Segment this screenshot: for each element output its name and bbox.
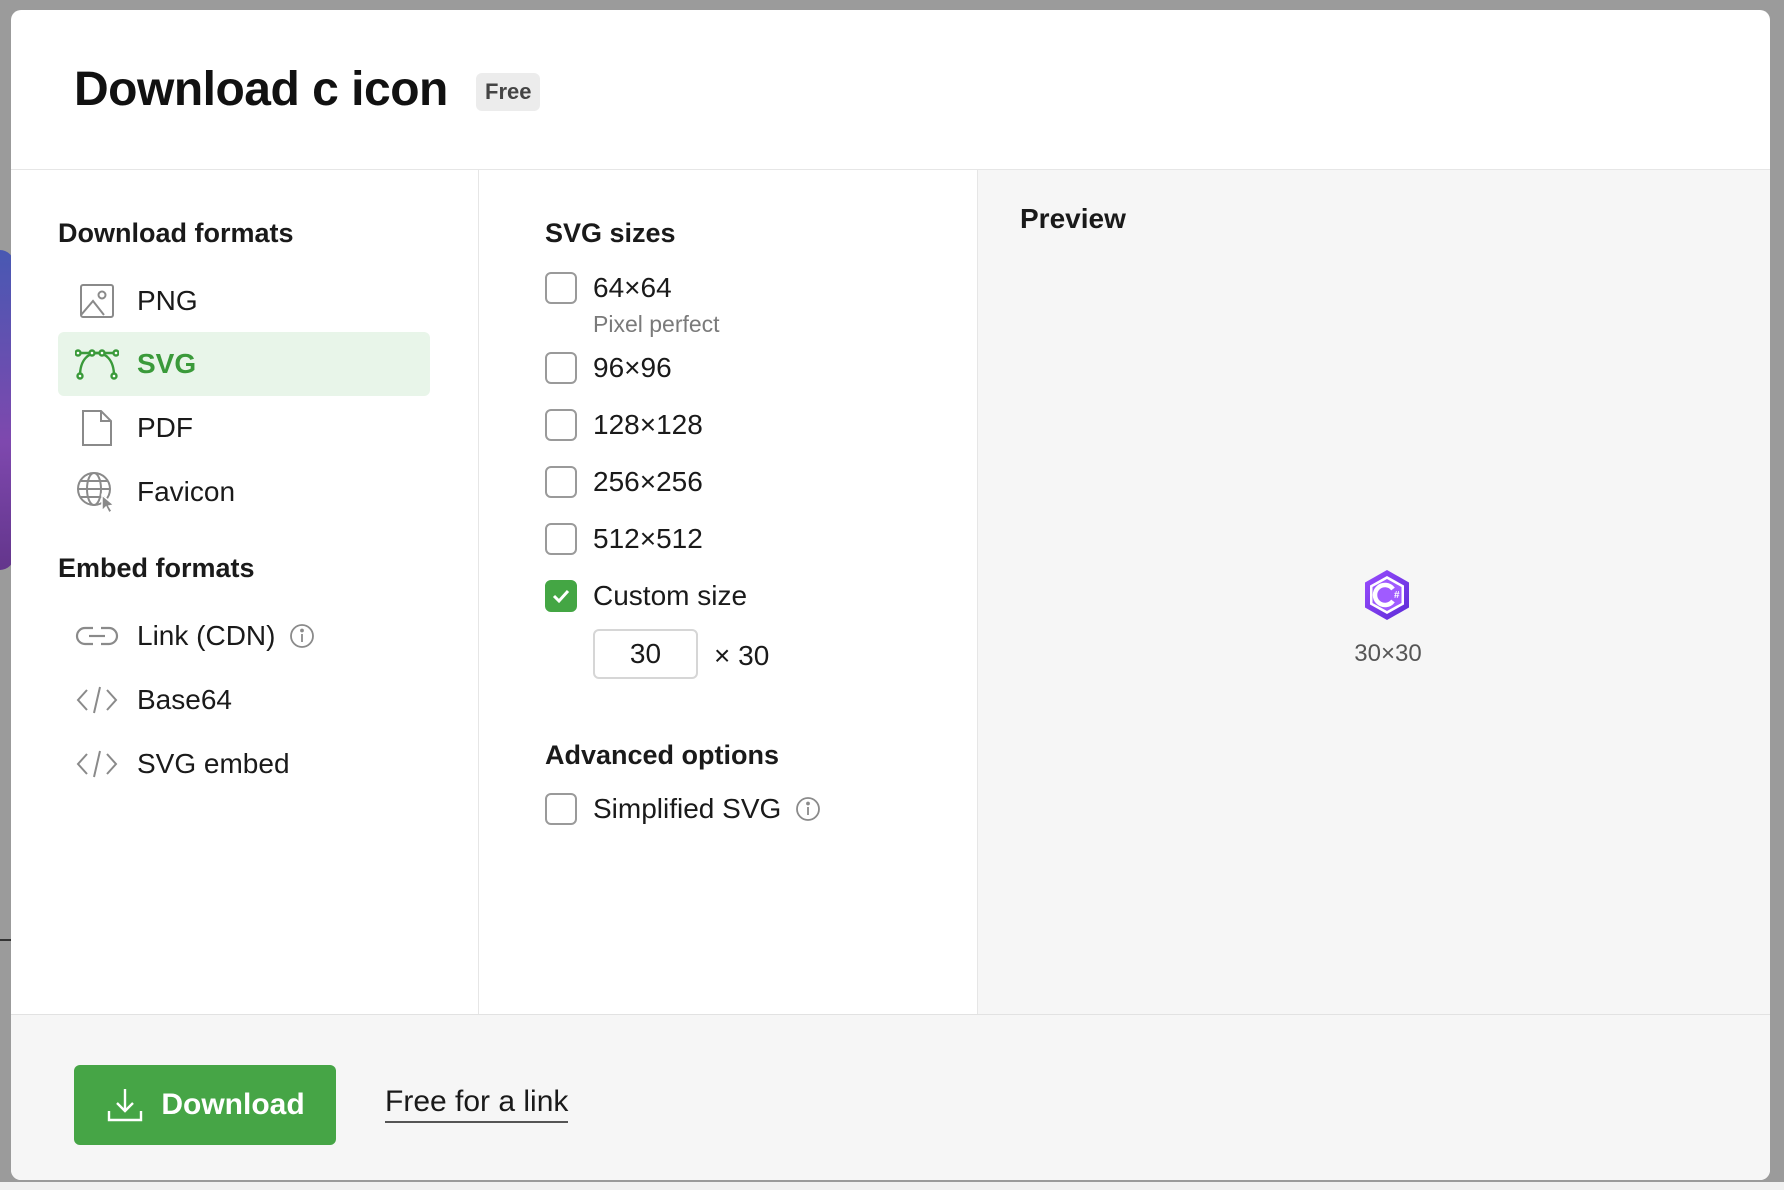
size-option-128[interactable]: 128×128	[545, 409, 703, 441]
size-option-512[interactable]: 512×512	[545, 523, 703, 555]
globe-cursor-icon	[73, 468, 121, 516]
advanced-options-title: Advanced options	[545, 740, 780, 770]
size-option-custom[interactable]: Custom size	[545, 580, 747, 612]
custom-width-input[interactable]	[593, 629, 698, 679]
size-option-label: 64×64	[593, 272, 672, 303]
svg-sizes-title: SVG sizes	[545, 218, 676, 248]
simplified-svg-option[interactable]: Simplified SVG	[545, 793, 821, 825]
code-icon	[73, 740, 121, 788]
size-option-label: 96×96	[593, 352, 672, 383]
pixel-perfect-note: Pixel perfect	[593, 311, 720, 337]
checkbox-checked[interactable]	[545, 580, 577, 612]
simplified-svg-label: Simplified SVG	[593, 793, 782, 824]
embed-base64[interactable]: Base64	[58, 668, 430, 732]
format-label: SVG embed	[137, 748, 290, 779]
size-option-256[interactable]: 256×256	[545, 466, 703, 498]
modal-title: Download c icon	[74, 63, 448, 116]
preview-title: Preview	[1020, 203, 1126, 234]
download-button-label: Download	[161, 1088, 305, 1121]
size-option-label: 128×128	[593, 409, 703, 440]
size-option-64[interactable]: 64×64	[545, 272, 672, 304]
document-icon	[73, 404, 121, 452]
custom-height-text: × 30	[714, 640, 770, 671]
info-icon[interactable]	[795, 796, 821, 822]
svg-text:#: #	[1394, 590, 1400, 601]
modal-footer: Download Free for a link	[11, 1014, 1770, 1180]
size-option-label: 256×256	[593, 466, 703, 497]
vector-path-icon	[73, 340, 121, 388]
link-icon	[73, 612, 121, 660]
info-icon[interactable]	[289, 623, 315, 649]
checkbox[interactable]	[545, 409, 577, 441]
size-option-label: 512×512	[593, 523, 703, 554]
format-pdf[interactable]: PDF	[58, 396, 430, 460]
download-formats-title: Download formats	[58, 218, 294, 248]
checkmark-icon	[552, 589, 570, 604]
preview-size-label: 30×30	[1354, 640, 1422, 667]
code-icon	[73, 676, 121, 724]
format-label: SVG	[137, 348, 197, 379]
download-modal: Download c icon Free Download formats PN…	[11, 10, 1770, 1180]
format-label: PDF	[137, 412, 193, 443]
embed-link-cdn[interactable]: Link (CDN)	[58, 604, 430, 668]
checkbox[interactable]	[545, 272, 577, 304]
backdrop-strip	[0, 1182, 1784, 1190]
embed-formats-title: Embed formats	[58, 553, 255, 583]
image-icon	[73, 277, 121, 325]
format-label: Base64	[137, 684, 232, 715]
size-option-96[interactable]: 96×96	[545, 352, 672, 384]
format-label: PNG	[137, 285, 198, 316]
checkbox[interactable]	[545, 523, 577, 555]
format-label: Link (CDN)	[137, 620, 276, 651]
format-svg[interactable]: SVG	[58, 332, 430, 396]
free-for-a-link[interactable]: Free for a link	[385, 1085, 569, 1123]
download-icon	[105, 1085, 145, 1125]
free-badge: Free	[476, 73, 541, 111]
c-sharp-icon: #	[1362, 568, 1412, 622]
size-option-label: Custom size	[593, 580, 748, 611]
format-label: Favicon	[137, 476, 236, 507]
checkbox[interactable]	[545, 352, 577, 384]
format-png[interactable]: PNG	[58, 269, 430, 333]
format-favicon[interactable]: Favicon	[58, 460, 430, 524]
download-button[interactable]: Download	[74, 1065, 336, 1145]
modal-header: Download c icon Free	[11, 10, 1770, 170]
checkbox[interactable]	[545, 466, 577, 498]
embed-svg-embed[interactable]: SVG embed	[58, 732, 430, 796]
checkbox[interactable]	[545, 793, 577, 825]
